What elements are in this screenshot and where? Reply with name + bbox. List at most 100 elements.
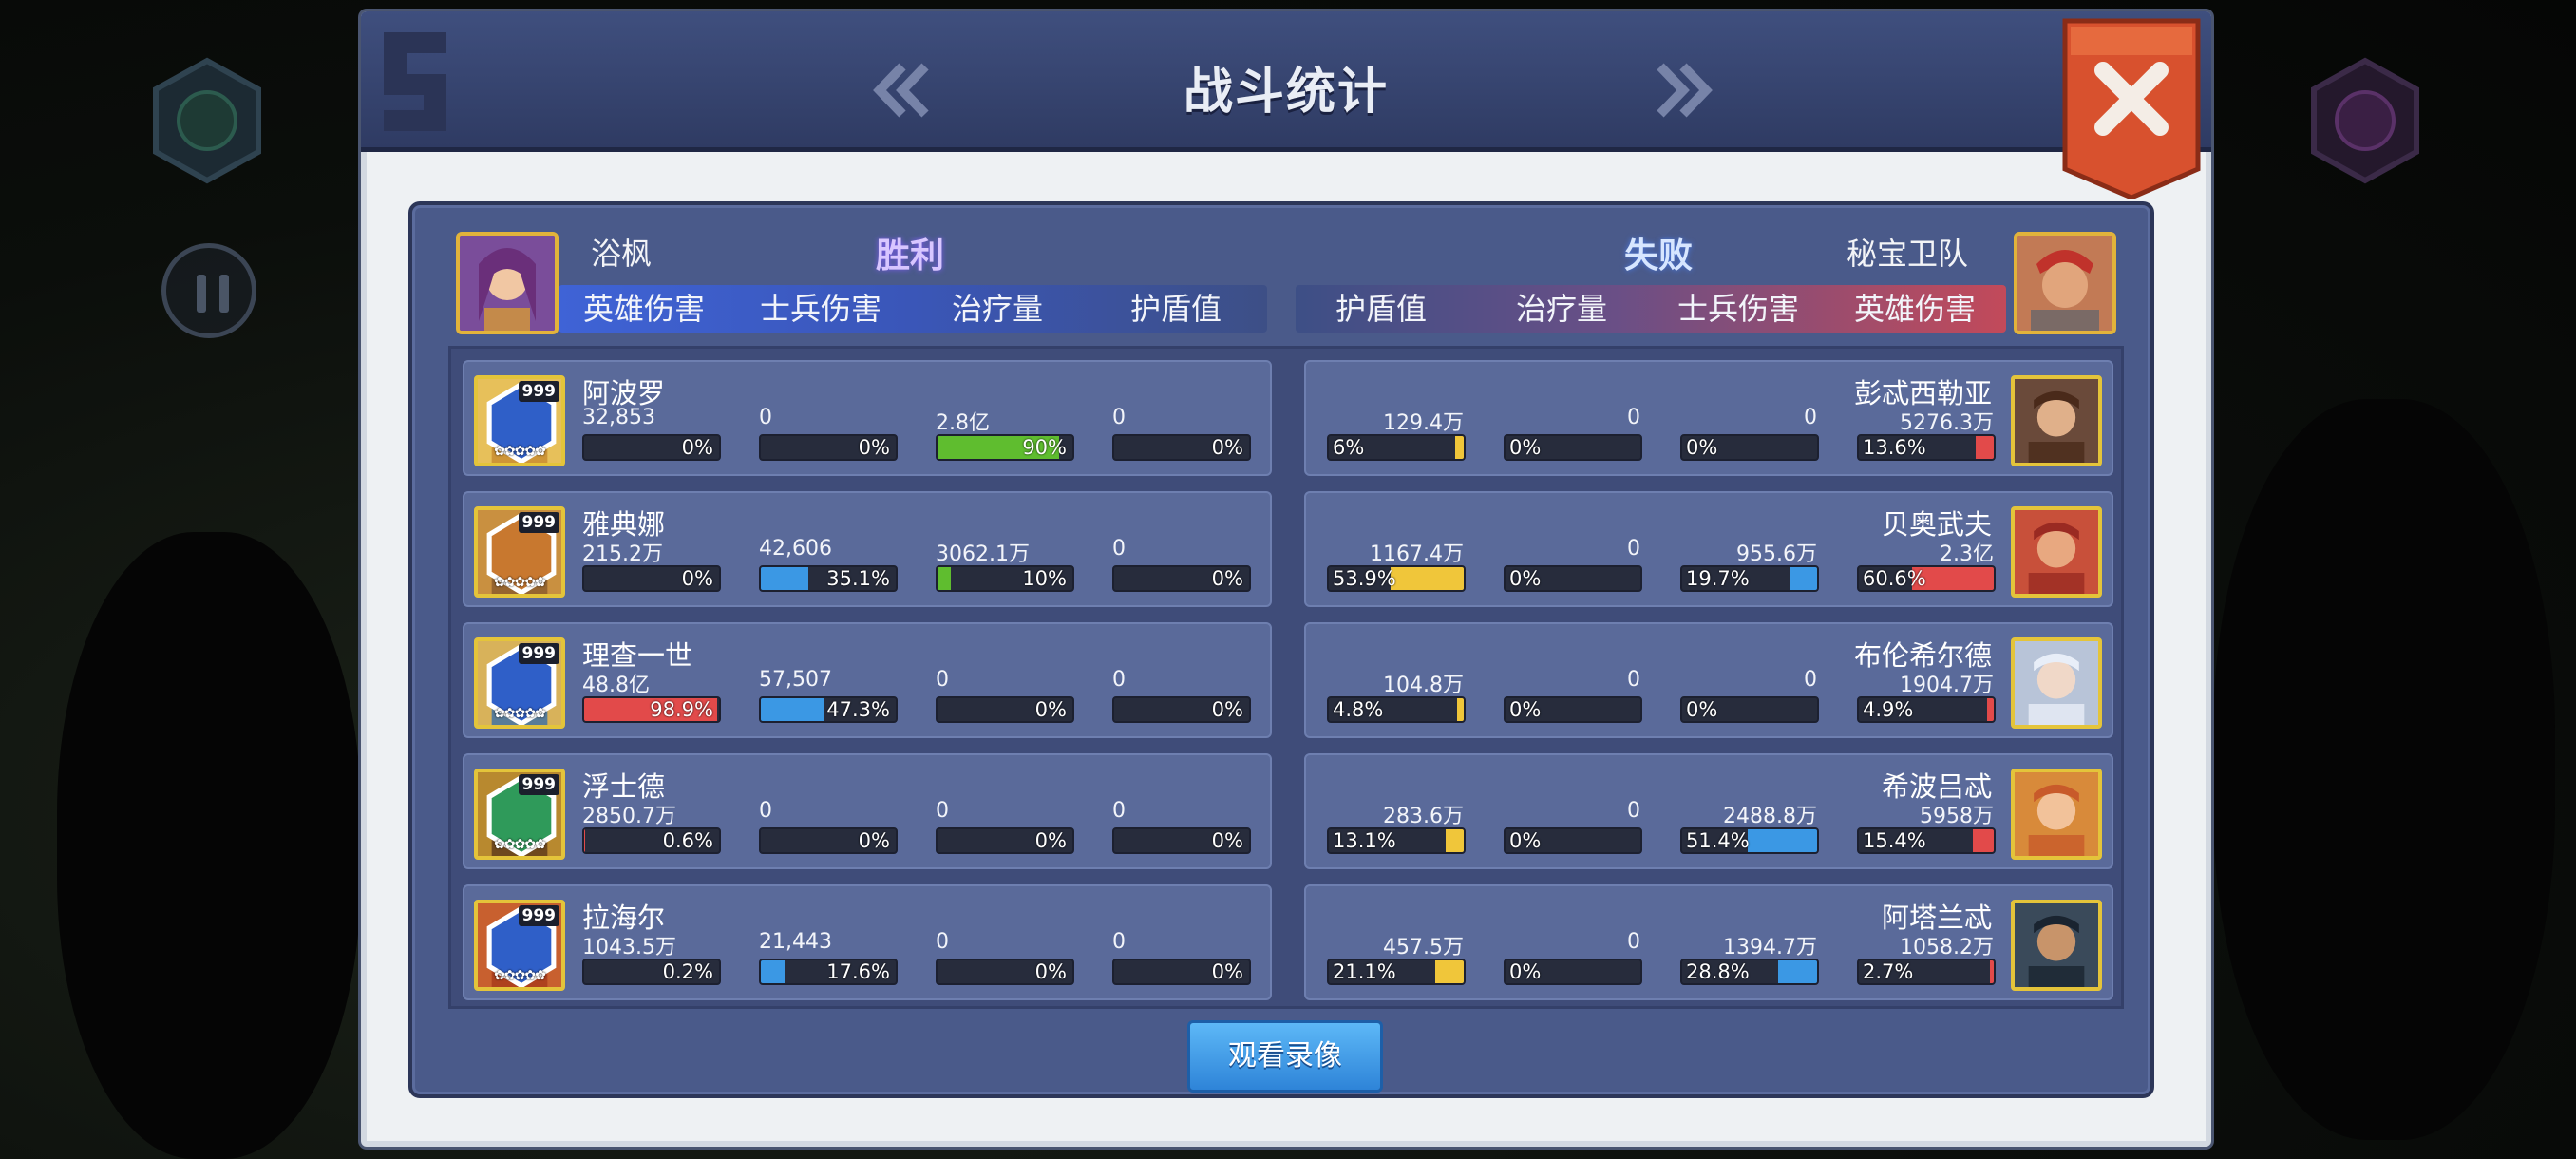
hero-avatar[interactable]	[2011, 900, 2102, 991]
stat-value: 0	[1112, 668, 1126, 692]
stat-value: 0	[1112, 406, 1126, 429]
stat-progress-bar: 53.9%	[1327, 565, 1466, 592]
stat-progress-bar: 21.1%	[1327, 959, 1466, 985]
stat-percent: 0%	[1686, 698, 1718, 721]
stat-percent: 35.1%	[826, 567, 890, 590]
hero-avatar[interactable]	[2011, 769, 2102, 860]
hero-level-badge: 999	[518, 512, 559, 533]
stat-value: 0	[1804, 668, 1817, 692]
hero-avatar[interactable]: 999 ✿✿✿✿✿	[474, 900, 565, 991]
pause-icon	[219, 275, 229, 313]
stat-progress-bar: 4.8%	[1327, 696, 1466, 723]
right-faction-icon[interactable]	[2308, 57, 2422, 184]
stat-percent: 90%	[1022, 436, 1067, 459]
stat-value: 32,853	[582, 406, 655, 429]
stat-value: 2488.8万	[1723, 805, 1817, 828]
stat-value: 42,606	[759, 537, 832, 560]
stat-value: 0	[759, 799, 772, 823]
stat-percent: 47.3%	[826, 698, 890, 721]
right-column-header: 护盾值 治疗量 士兵伤害 英雄伤害	[1296, 285, 2006, 332]
star-rating-icon: ✿✿✿✿✿	[494, 444, 546, 459]
col-header-hero-damage: 英雄伤害	[582, 291, 705, 327]
stat-progress-bar: 19.7%	[1680, 565, 1819, 592]
left-hero-row: 999 ✿✿✿✿✿ 阿波罗 32,853 0% 0 0% 2.8亿 90% 0 0%	[463, 360, 1272, 476]
stat-percent: 28.8%	[1686, 960, 1750, 983]
hero-avatar[interactable]: 999 ✿✿✿✿✿	[474, 637, 565, 729]
left-result-label: 胜利	[876, 237, 945, 276]
stat-progress-bar: 0%	[1112, 434, 1251, 461]
hero-avatar[interactable]	[2011, 506, 2102, 598]
close-button[interactable]	[2061, 17, 2202, 200]
stat-percent: 0.6%	[662, 829, 713, 852]
stat-progress-bar: 4.9%	[1857, 696, 1996, 723]
background-silhouette-right	[2213, 399, 2555, 1140]
stat-percent: 17.6%	[826, 960, 890, 983]
stat-value: 0	[936, 930, 949, 954]
left-player-name: 浴枫	[591, 236, 653, 272]
stat-progress-bar: 0%	[1112, 565, 1251, 592]
left-hero-row: 999 ✿✿✿✿✿ 拉海尔 1043.5万 0.2% 21,443 17.6% 0 0% 0 0%	[463, 884, 1272, 1000]
hero-level-badge: 999	[518, 905, 559, 926]
stat-value: 0	[1627, 799, 1640, 823]
hero-avatar[interactable]	[2011, 375, 2102, 466]
stat-percent: 53.9%	[1333, 567, 1396, 590]
left-hero-row: 999 ✿✿✿✿✿ 理查一世 48.8亿 98.9% 57,507 47.3% 0 0% 0 0%	[463, 622, 1272, 738]
stat-value: 1043.5万	[582, 936, 676, 960]
stat-progress-bar: 51.4%	[1680, 827, 1819, 854]
right-hero-row: 彭忒西勒亚 129.4万 6% 0 0% 0 0% 5276.3万 13.6%	[1304, 360, 2113, 476]
left-faction-icon[interactable]	[150, 57, 264, 184]
stat-progress-fill	[1455, 436, 1464, 459]
stat-percent: 21.1%	[1333, 960, 1396, 983]
stat-progress-bar: 13.1%	[1327, 827, 1466, 854]
stat-value: 3062.1万	[936, 542, 1030, 566]
stat-value: 1904.7万	[1900, 674, 1994, 697]
next-page-button[interactable]	[1649, 59, 1715, 122]
stat-progress-fill	[761, 698, 824, 721]
stat-progress-fill	[1748, 829, 1817, 852]
col-header-healing: 治疗量	[951, 291, 1043, 327]
right-hero-row: 布伦希尔德 104.8万 4.8% 0 0% 0 0% 1904.7万 4.9%	[1304, 622, 2113, 738]
stat-progress-bar: 35.1%	[759, 565, 898, 592]
stat-percent: 0%	[1211, 829, 1243, 852]
hero-level-badge: 999	[518, 381, 559, 402]
stat-progress-bar: 0.2%	[582, 959, 721, 985]
stat-progress-fill	[1990, 960, 1994, 983]
stat-percent: 0%	[681, 436, 713, 459]
right-player-name: 秘宝卫队	[1847, 236, 1969, 272]
stat-percent: 51.4%	[1686, 829, 1750, 852]
stat-value: 0	[759, 406, 772, 429]
hero-avatar[interactable]	[2011, 637, 2102, 729]
hero-avatar[interactable]: 999 ✿✿✿✿✿	[474, 769, 565, 860]
hero-level-badge: 999	[518, 774, 559, 795]
stat-progress-bar: 90%	[936, 434, 1074, 461]
star-rating-icon: ✿✿✿✿✿	[494, 706, 546, 721]
stat-value: 5958万	[1920, 805, 1994, 828]
stat-progress-bar: 0%	[582, 434, 721, 461]
stat-percent: 0%	[1686, 436, 1718, 459]
stat-percent: 0%	[1211, 698, 1243, 721]
stat-value: 0	[1112, 799, 1126, 823]
stat-progress-fill	[1435, 960, 1464, 983]
stat-progress-fill	[1790, 567, 1817, 590]
stat-percent: 6%	[1333, 436, 1365, 459]
stat-percent: 0%	[681, 567, 713, 590]
stat-progress-bar: 0%	[1112, 696, 1251, 723]
stat-progress-fill	[1446, 829, 1464, 852]
stat-progress-bar: 0%	[759, 827, 898, 854]
hero-avatar[interactable]: 999 ✿✿✿✿✿	[474, 375, 565, 466]
stat-progress-bar: 0.6%	[582, 827, 721, 854]
stat-value: 1167.4万	[1370, 542, 1464, 566]
pause-button[interactable]	[161, 243, 256, 338]
stat-progress-bar: 98.9%	[582, 696, 721, 723]
stat-value: 0	[1112, 537, 1126, 560]
watch-replay-button[interactable]: 观看录像	[1187, 1020, 1383, 1092]
stat-percent: 0%	[858, 829, 890, 852]
stat-progress-fill	[584, 829, 585, 852]
stat-progress-fill	[761, 567, 808, 590]
stat-percent: 13.1%	[1333, 829, 1396, 852]
hero-avatar[interactable]: 999 ✿✿✿✿✿	[474, 506, 565, 598]
stat-progress-bar: 2.7%	[1857, 959, 1996, 985]
stat-percent: 10%	[1022, 567, 1067, 590]
stat-progress-bar: 0%	[1504, 827, 1642, 854]
right-hero-row: 希波吕忒 283.6万 13.1% 0 0% 2488.8万 51.4% 5958万 15.4%	[1304, 753, 2113, 869]
